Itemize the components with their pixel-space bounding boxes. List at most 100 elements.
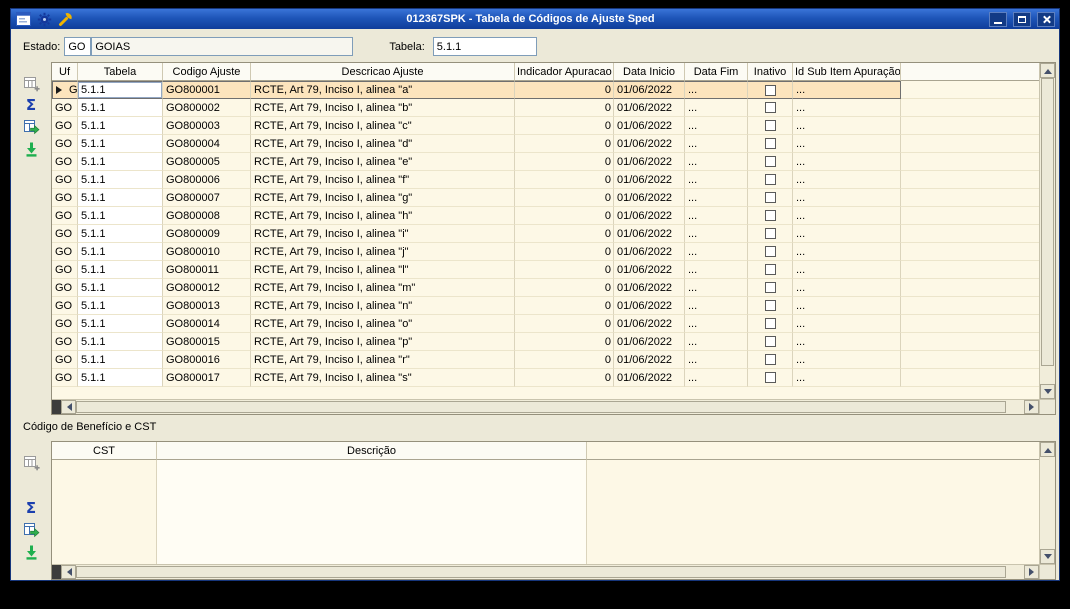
cell-tabela[interactable]: 5.1.1: [78, 81, 163, 99]
scroll-up-button[interactable]: [1040, 63, 1055, 78]
cell-id-sub-item-apuracao[interactable]: ...: [793, 135, 901, 153]
cell-descricao-ajuste[interactable]: RCTE, Art 79, Inciso I, alinea "j": [251, 243, 515, 261]
inativo-checkbox[interactable]: [764, 336, 776, 348]
cell-tabela[interactable]: 5.1.1: [78, 99, 163, 117]
cell-uf[interactable]: GO: [52, 351, 78, 369]
cell-indicador-apuracao[interactable]: 0: [515, 315, 614, 333]
column-header[interactable]: Data Fim: [685, 63, 748, 81]
cell-codigo-ajuste[interactable]: GO800006: [163, 171, 251, 189]
cell-id-sub-item-apuracao[interactable]: ...: [793, 153, 901, 171]
cell-indicador-apuracao[interactable]: 0: [515, 171, 614, 189]
cell-id-sub-item-apuracao[interactable]: ...: [793, 261, 901, 279]
cell-indicador-apuracao[interactable]: 0: [515, 81, 614, 99]
minimize-button[interactable]: [989, 11, 1007, 27]
table-row[interactable]: GO 5.1.1 GO800014 RCTE, Art 79, Inciso I, a…: [52, 315, 1039, 333]
cell-uf[interactable]: GO: [52, 153, 78, 171]
inativo-checkbox[interactable]: [764, 120, 776, 132]
cell-id-sub-item-apuracao[interactable]: ...: [793, 351, 901, 369]
cell-data-fim[interactable]: ...: [685, 99, 748, 117]
cell-data-inicio[interactable]: 01/06/2022: [614, 135, 685, 153]
cell-id-sub-item-apuracao[interactable]: ...: [793, 171, 901, 189]
cell-data-fim[interactable]: ...: [685, 297, 748, 315]
cell-inativo[interactable]: [748, 135, 793, 153]
cell-tabela[interactable]: 5.1.1: [78, 297, 163, 315]
cell-tabela[interactable]: 5.1.1: [78, 171, 163, 189]
tabela-input[interactable]: [432, 37, 537, 56]
scroll-down-button[interactable]: [1040, 549, 1055, 564]
cell-inativo[interactable]: [748, 369, 793, 387]
inativo-checkbox[interactable]: [764, 192, 776, 204]
cell-data-fim[interactable]: ...: [685, 171, 748, 189]
table-row[interactable]: GO 5.1.1 GO800007 RCTE, Art 79, Inciso I, a…: [52, 189, 1039, 207]
cell-indicador-apuracao[interactable]: 0: [515, 99, 614, 117]
cell-codigo-ajuste[interactable]: GO800016: [163, 351, 251, 369]
cst-grid-hscrollbar[interactable]: [52, 564, 1039, 579]
add-record-icon[interactable]: [22, 74, 41, 93]
cell-data-inicio[interactable]: 01/06/2022: [614, 243, 685, 261]
cell-codigo-ajuste[interactable]: GO800017: [163, 369, 251, 387]
cell-data-fim[interactable]: ...: [685, 225, 748, 243]
table-row[interactable]: GO 5.1.1 GO800017 RCTE, Art 79, Inciso I, a…: [52, 369, 1039, 387]
cell-inativo[interactable]: [748, 207, 793, 225]
cell-uf[interactable]: GO: [52, 297, 78, 315]
cell-id-sub-item-apuracao[interactable]: ...: [793, 369, 901, 387]
cell-id-sub-item-apuracao[interactable]: ...: [793, 297, 901, 315]
sum-icon[interactable]: Σ: [22, 96, 41, 115]
inativo-checkbox[interactable]: [764, 210, 776, 222]
inativo-checkbox[interactable]: [764, 318, 776, 330]
cell-indicador-apuracao[interactable]: 0: [515, 135, 614, 153]
hscroll-thumb[interactable]: [76, 401, 1006, 413]
cell-id-sub-item-apuracao[interactable]: ...: [793, 225, 901, 243]
cell-descricao-ajuste[interactable]: RCTE, Art 79, Inciso I, alinea "o": [251, 315, 515, 333]
cell-inativo[interactable]: [748, 189, 793, 207]
wrench-icon[interactable]: [57, 11, 74, 27]
vscroll-track[interactable]: [1040, 366, 1055, 384]
cell-id-sub-item-apuracao[interactable]: ...: [793, 333, 901, 351]
cell-data-inicio[interactable]: 01/06/2022: [614, 81, 685, 99]
column-header[interactable]: Id Sub Item Apuração: [793, 63, 901, 81]
hscroll-track[interactable]: [1006, 565, 1024, 579]
cell-data-fim[interactable]: ...: [685, 135, 748, 153]
column-header[interactable]: Descrição: [157, 442, 587, 460]
cell-indicador-apuracao[interactable]: 0: [515, 279, 614, 297]
cell-inativo[interactable]: [748, 81, 793, 99]
cell-tabela[interactable]: 5.1.1: [78, 333, 163, 351]
table-row[interactable]: GO5.1.1GO800001RCTE, Art 79, Inciso I, a…: [52, 81, 1039, 99]
scroll-left-button[interactable]: [61, 400, 76, 414]
scroll-right-button[interactable]: [1024, 565, 1039, 579]
cell-data-fim[interactable]: ...: [685, 153, 748, 171]
cell-data-inicio[interactable]: 01/06/2022: [614, 333, 685, 351]
inativo-checkbox[interactable]: [764, 282, 776, 294]
cell-uf[interactable]: GO: [52, 99, 78, 117]
add-record-icon[interactable]: [22, 453, 41, 472]
cell-tabela[interactable]: 5.1.1: [78, 189, 163, 207]
table-row[interactable]: GO 5.1.1 GO800004 RCTE, Art 79, Inciso I, a…: [52, 135, 1039, 153]
cell-indicador-apuracao[interactable]: 0: [515, 243, 614, 261]
column-header[interactable]: Indicador Apuracao: [515, 63, 614, 81]
cell-descricao-ajuste[interactable]: RCTE, Art 79, Inciso I, alinea "a": [251, 81, 515, 99]
inativo-checkbox[interactable]: [764, 372, 776, 384]
main-grid-hscrollbar[interactable]: [52, 399, 1039, 414]
cell-codigo-ajuste[interactable]: GO800001: [163, 81, 251, 99]
cell-descricao-ajuste[interactable]: RCTE, Art 79, Inciso I, alinea "e": [251, 153, 515, 171]
cell-tabela[interactable]: 5.1.1: [78, 225, 163, 243]
inativo-checkbox[interactable]: [764, 102, 776, 114]
cell-id-sub-item-apuracao[interactable]: ...: [793, 189, 901, 207]
inativo-checkbox[interactable]: [764, 264, 776, 276]
cell-data-fim[interactable]: ...: [685, 279, 748, 297]
table-row[interactable]: GO 5.1.1 GO800006 RCTE, Art 79, Inciso I, a…: [52, 171, 1039, 189]
cell-descricao-ajuste[interactable]: RCTE, Art 79, Inciso I, alinea "c": [251, 117, 515, 135]
cell-data-fim[interactable]: ...: [685, 333, 748, 351]
cell-inativo[interactable]: [748, 333, 793, 351]
maximize-button[interactable]: [1013, 11, 1031, 27]
cell-indicador-apuracao[interactable]: 0: [515, 351, 614, 369]
cell-data-fim[interactable]: ...: [685, 261, 748, 279]
cell-inativo[interactable]: [748, 351, 793, 369]
cell-descricao-ajuste[interactable]: RCTE, Art 79, Inciso I, alinea "g": [251, 189, 515, 207]
cell-codigo-ajuste[interactable]: GO800007: [163, 189, 251, 207]
cell-tabela[interactable]: 5.1.1: [78, 243, 163, 261]
cell-data-fim[interactable]: ...: [685, 243, 748, 261]
sum-icon[interactable]: Σ: [22, 499, 41, 518]
cell-data-inicio[interactable]: 01/06/2022: [614, 297, 685, 315]
cell-data-inicio[interactable]: 01/06/2022: [614, 225, 685, 243]
